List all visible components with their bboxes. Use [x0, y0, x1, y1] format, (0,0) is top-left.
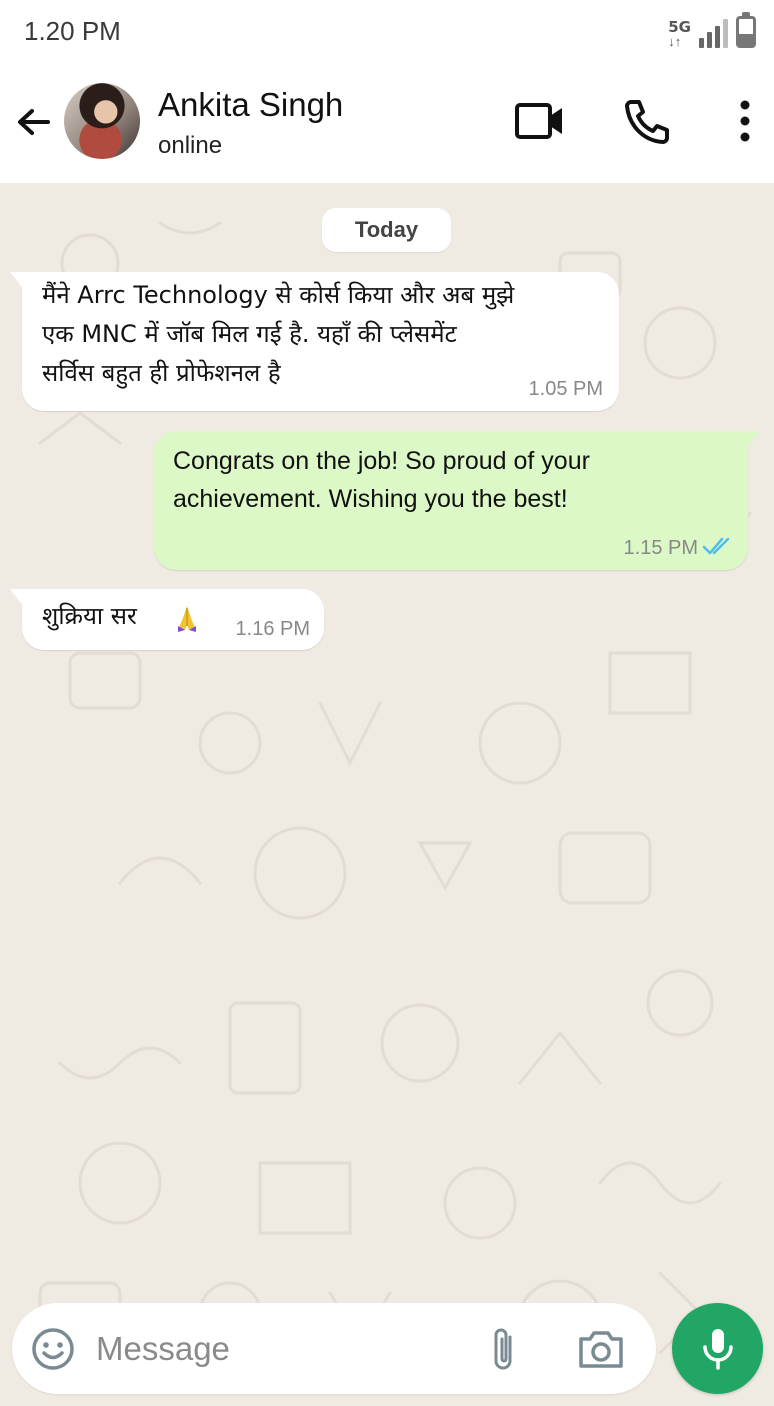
phone-icon [625, 100, 669, 144]
message-text: शुक्रिया सर [42, 602, 137, 630]
outgoing-message[interactable]: Congrats on the job! So proud of your ac… [154, 431, 760, 570]
voice-call-button[interactable] [622, 96, 674, 146]
message-line: मैंने Arrc Technology से कोर्स किया और अ… [42, 281, 515, 309]
avatar[interactable] [64, 83, 140, 159]
folded-hands-icon [178, 606, 196, 632]
contact-status: online [158, 132, 223, 159]
incoming-message[interactable]: शुक्रिया सर 1.16 PM [10, 589, 324, 650]
more-vertical-icon [740, 100, 750, 142]
video-call-button[interactable] [514, 98, 566, 144]
message-input[interactable] [96, 1325, 476, 1373]
camera-button[interactable] [576, 1327, 626, 1371]
more-options-button[interactable] [728, 98, 762, 144]
bubble-tail [10, 589, 24, 607]
status-time: 1.20 PM [24, 16, 121, 46]
battery-icon [736, 12, 756, 48]
microphone-icon [703, 1329, 733, 1370]
video-call-icon [515, 103, 562, 139]
message-text: Congrats on the job! So proud of your ac… [173, 442, 713, 518]
message-line: achievement. Wishing you the best! [173, 485, 568, 513]
message-line: एक MNC में जॉब मिल गई है. यहाँ की प्लेसम… [42, 320, 457, 348]
smiley-icon [32, 1328, 74, 1370]
message-composer [12, 1303, 656, 1394]
chat-header: Ankita Singh online [0, 62, 774, 183]
network-arrows: ↓↑ [668, 34, 682, 49]
chat-area[interactable]: Today मैंने Arrc Technology से कोर्स किय… [0, 183, 774, 1406]
message-line: सर्विस बहुत ही प्रोफेशनल है [42, 359, 281, 387]
back-button[interactable] [12, 100, 56, 144]
message-time: 1.15 PM [623, 537, 698, 559]
message-line: Congrats on the job! So proud of your [173, 447, 590, 475]
signal-bars-icon [699, 18, 728, 48]
voice-message-button[interactable] [672, 1303, 763, 1394]
message-time: 1.05 PM [528, 378, 603, 400]
camera-icon [579, 1331, 623, 1368]
status-bar: 1.20 PM 5G ↓↑ [0, 0, 774, 62]
emoji-button[interactable] [30, 1326, 76, 1372]
attach-button[interactable] [486, 1325, 522, 1375]
network-indicator: 5G ↓↑ [668, 19, 691, 48]
message-text: मैंने Arrc Technology से कोर्स किया और अ… [42, 276, 607, 393]
date-separator: Today [322, 208, 451, 252]
paperclip-icon [494, 1328, 512, 1370]
message-time: 1.16 PM [235, 618, 310, 640]
arrow-left-icon [18, 109, 50, 135]
status-icons: 5G ↓↑ [668, 12, 756, 48]
incoming-message[interactable]: मैंने Arrc Technology से कोर्स किया और अ… [10, 272, 619, 411]
bubble-tail [746, 431, 760, 449]
network-label: 5G [668, 18, 691, 36]
contact-name[interactable]: Ankita Singh [158, 86, 343, 124]
double-check-read-icon [702, 537, 730, 555]
bubble-tail [10, 272, 24, 290]
